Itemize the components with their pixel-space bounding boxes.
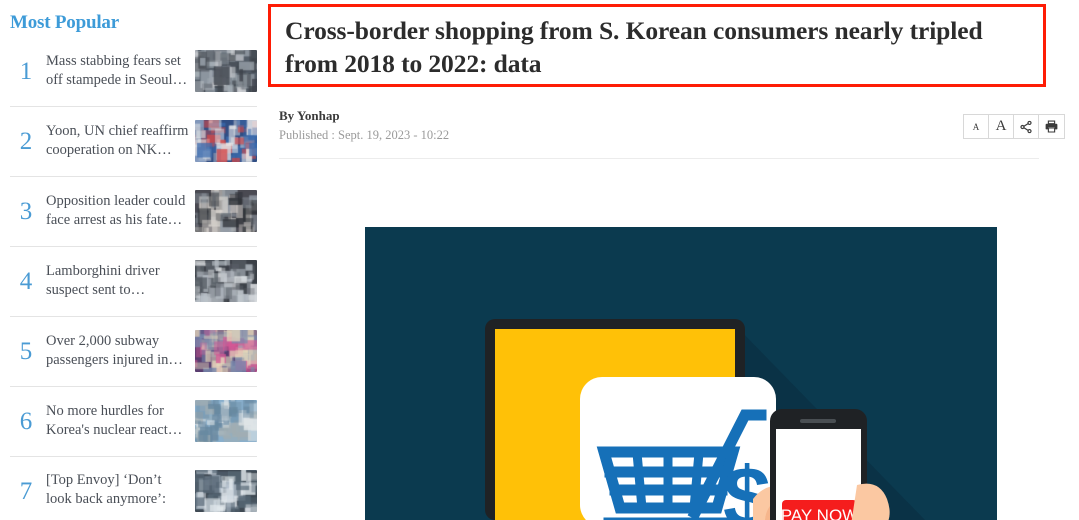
most-popular-headline: Lamborghini driver suspect sent to… <box>46 263 160 298</box>
thumb-envoy-interview[interactable] <box>195 470 257 512</box>
most-popular-item-3[interactable]: 3 Opposition leader could face arrest as … <box>0 176 265 246</box>
print-button[interactable] <box>1039 115 1064 138</box>
most-popular-rank: 1 <box>19 57 33 85</box>
print-icon <box>1045 120 1058 133</box>
share-icon <box>1020 120 1032 133</box>
thumb-suspect-escort[interactable] <box>195 260 257 302</box>
cross-border-shopping-illustration: $ PAY NOW <box>365 227 997 520</box>
most-popular-sidebar: Most Popular 1 Mass stabbing fears set of… <box>0 0 265 520</box>
most-popular-rank: 3 <box>19 197 33 225</box>
most-popular-rank: 4 <box>19 267 33 295</box>
article-action-toolbar: A A <box>963 114 1065 139</box>
decrease-font-size-button[interactable]: A <box>964 115 989 138</box>
share-button[interactable] <box>1014 115 1039 138</box>
most-popular-item-6[interactable]: 6 No more hurdles for Korea's nuclear rea… <box>0 386 265 456</box>
thumb-crowd-subway[interactable] <box>195 50 257 92</box>
article-page: Most Popular 1 Mass stabbing fears set of… <box>0 0 1079 520</box>
most-popular-list: 1 Mass stabbing fears set off stampede in… <box>0 36 265 520</box>
meta-divider <box>279 158 1039 159</box>
article-hero-image: $ PAY NOW <box>365 227 997 520</box>
most-popular-item-7[interactable]: 7 [Top Envoy] ‘Don’t look back anymore’: … <box>0 456 265 520</box>
most-popular-headline: Over 2,000 subway passengers injured in… <box>46 333 183 368</box>
thumb-handshake-flags[interactable] <box>195 120 257 162</box>
most-popular-rank: 5 <box>19 337 33 365</box>
headline-highlight-box: Cross-border shopping from S. Korean con… <box>268 4 1046 87</box>
thumb-station-platform[interactable] <box>195 330 257 372</box>
most-popular-item-1[interactable]: 1 Mass stabbing fears set off stampede in… <box>0 36 265 106</box>
most-popular-heading: Most Popular <box>10 12 119 33</box>
decrease-font-size-label: A <box>972 121 980 132</box>
increase-font-size-label: A <box>995 118 1007 134</box>
thumb-hospital-bed[interactable] <box>195 190 257 232</box>
most-popular-headline: Opposition leader could face arrest as h… <box>46 193 186 228</box>
most-popular-rank: 7 <box>19 477 33 505</box>
most-popular-headline: No more hurdles for Korea's nuclear reac… <box>46 403 183 438</box>
increase-font-size-button[interactable]: A <box>989 115 1014 138</box>
article-main: Cross-border shopping from S. Korean con… <box>265 0 1079 520</box>
pay-now-label: PAY NOW <box>781 506 858 520</box>
most-popular-item-2[interactable]: 2 Yoon, UN chief reaffirm cooperation on … <box>0 106 265 176</box>
most-popular-headline: Yoon, UN chief reaffirm cooperation on N… <box>46 123 189 158</box>
most-popular-rank: 2 <box>19 127 33 155</box>
most-popular-item-4[interactable]: 4 Lamborghini driver suspect sent to… <box>0 246 265 316</box>
most-popular-headline: [Top Envoy] ‘Don’t look back anymore’: f… <box>46 472 166 511</box>
most-popular-headline: Mass stabbing fears set off stampede in … <box>46 53 188 88</box>
article-byline: By Yonhap <box>279 108 340 123</box>
most-popular-rank: 6 <box>19 407 33 435</box>
page-title: Cross-border shopping from S. Korean con… <box>285 16 983 78</box>
most-popular-item-5[interactable]: 5 Over 2,000 subway passengers injured in… <box>0 316 265 386</box>
thumb-nuclear-plant[interactable] <box>195 400 257 442</box>
article-published-date: Published : Sept. 19, 2023 - 10:22 <box>279 128 450 142</box>
phone-speaker <box>800 419 836 423</box>
